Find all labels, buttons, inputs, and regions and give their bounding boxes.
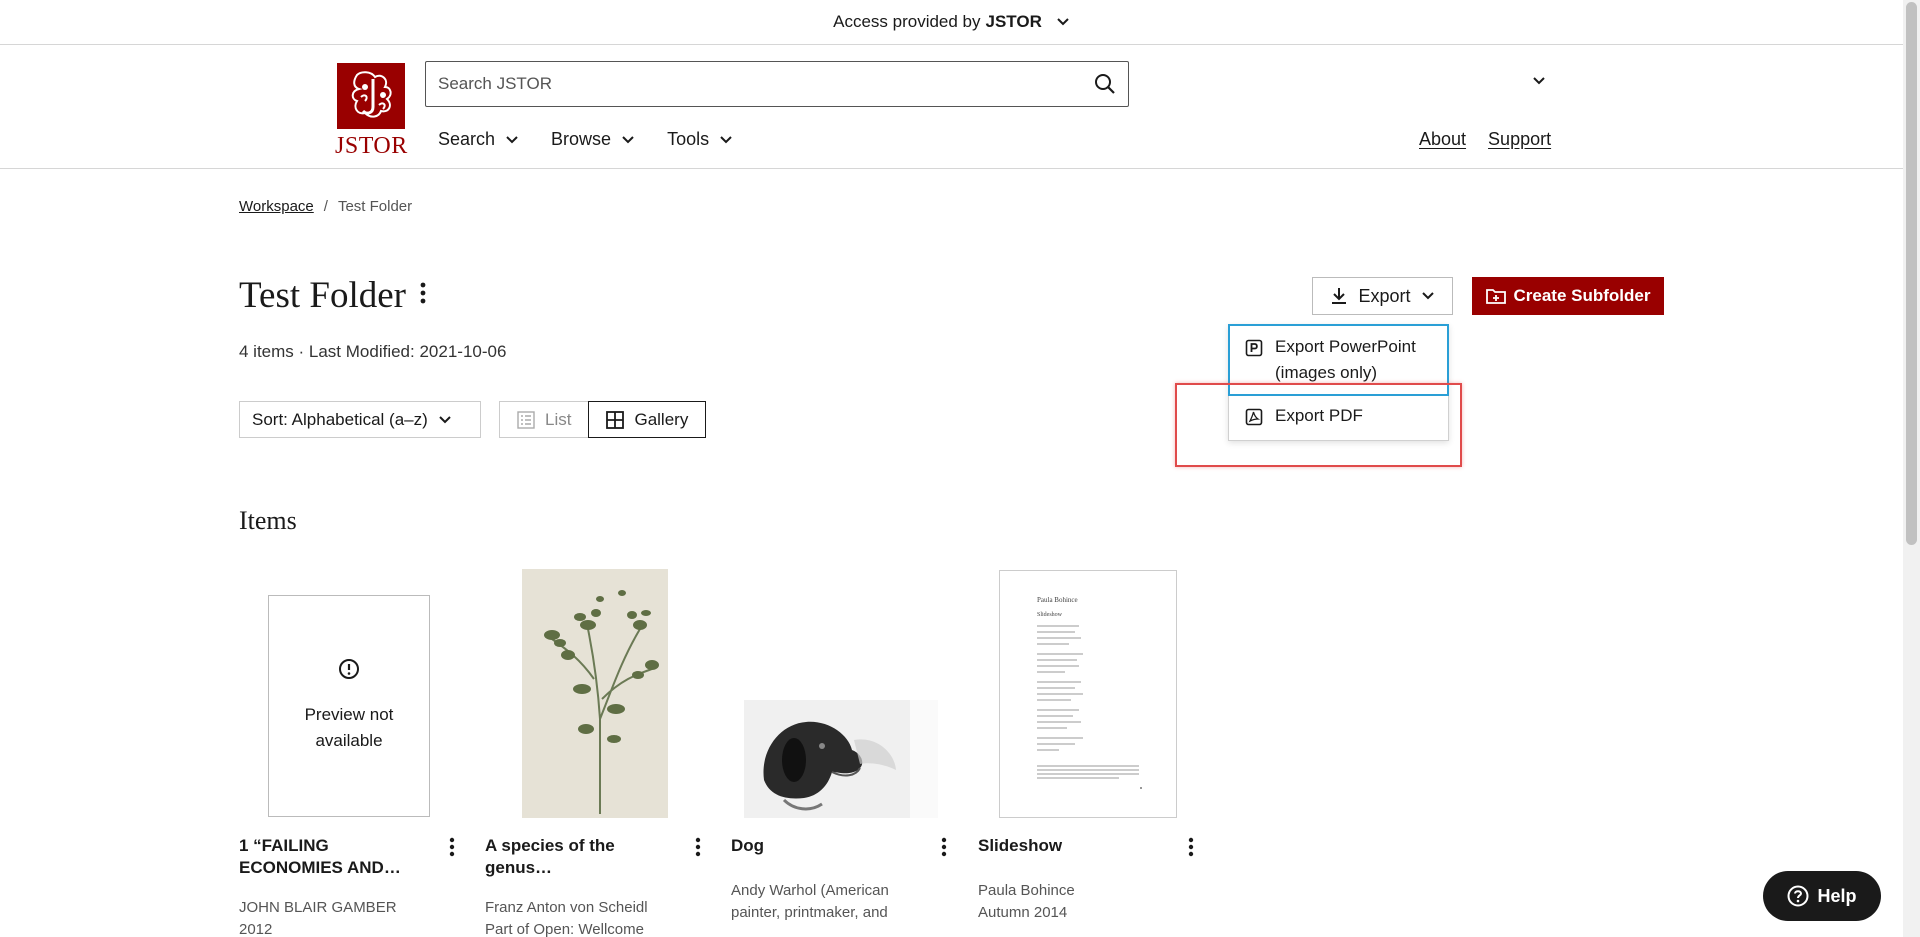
export-label: Export	[1358, 285, 1411, 306]
item-options-kebab-icon[interactable]	[695, 837, 701, 879]
folder-options-kebab-icon[interactable]	[419, 282, 427, 309]
item-options-kebab-icon[interactable]	[941, 837, 947, 862]
export-pdf-item[interactable]: Export PDF	[1229, 395, 1448, 440]
item-date: Part of Open: Wellcome	[485, 921, 644, 937]
create-subfolder-button[interactable]: Create Subfolder	[1472, 277, 1664, 315]
access-prefix: Access provided by	[833, 12, 981, 31]
export-button[interactable]: Export	[1312, 277, 1453, 315]
view-list-label: List	[545, 409, 572, 429]
folder-meta: 4 items · Last Modified: 2021-10-06	[239, 342, 507, 361]
export-powerpoint-label: Export PowerPoint	[1275, 337, 1416, 356]
item-options-kebab-icon[interactable]	[449, 837, 455, 879]
search-icon[interactable]	[1082, 73, 1128, 95]
help-button[interactable]: Help	[1763, 871, 1881, 921]
scrollbar-thumb[interactable]	[1906, 2, 1917, 545]
item-thumbnail-area[interactable]: Paula Bohince Slideshow	[978, 568, 1198, 818]
item-date: 2012	[239, 921, 273, 937]
item-author: JOHN BLAIR GAMBER	[239, 899, 397, 916]
item-card[interactable]: Paula Bohince Slideshow Slideshow Paula …	[978, 568, 1198, 924]
about-link[interactable]: About	[1419, 129, 1466, 150]
chevron-down-icon[interactable]	[1056, 17, 1070, 27]
preview-unavailable-text: Preview not available	[304, 705, 394, 750]
breadcrumb: Workspace / Test Folder	[239, 198, 412, 215]
item-meta: JOHN BLAIR GAMBER 2012	[239, 897, 459, 937]
folder-plus-icon	[1485, 289, 1506, 304]
chevron-down-icon	[622, 135, 634, 143]
item-title[interactable]: Slideshow	[978, 835, 1148, 862]
view-list-button[interactable]: List	[499, 401, 589, 438]
export-powerpoint-sublabel: (images only)	[1275, 363, 1378, 382]
nav-tools-label: Tools	[667, 129, 710, 149]
item-meta: Andy Warhol (American painter, printmake…	[731, 880, 951, 924]
items-heading: Items	[239, 506, 297, 535]
item-author: Franz Anton von Scheidl	[485, 899, 648, 916]
item-card[interactable]: A species of the genus… Franz Anton von …	[485, 568, 705, 937]
main-nav: Search Browse Tools	[438, 129, 733, 150]
logo-wordmark: JSTOR	[335, 133, 408, 159]
nav-search[interactable]: Search	[438, 129, 519, 150]
nav-tools[interactable]: Tools	[667, 129, 733, 150]
item-thumbnail-area[interactable]: Preview not available	[239, 568, 459, 818]
account-menu-chevron-icon[interactable]	[1532, 73, 1546, 91]
botanical-illustration-image	[522, 569, 668, 818]
dog-photo-image	[744, 700, 938, 818]
create-subfolder-label: Create Subfolder	[1513, 286, 1651, 305]
search-box	[425, 61, 1129, 107]
preview-unavailable: Preview not available	[268, 595, 430, 817]
search-input[interactable]	[426, 62, 1082, 106]
page-scrollbar[interactable]	[1903, 0, 1920, 937]
help-label: Help	[1817, 885, 1857, 906]
breadcrumb-separator: /	[323, 198, 328, 215]
nav-browse[interactable]: Browse	[551, 129, 635, 150]
sort-label: Sort: Alphabetical (a–z)	[252, 409, 428, 429]
access-bar[interactable]: Access provided by JSTOR	[0, 0, 1903, 45]
item-author: Paula Bohince	[978, 882, 1075, 899]
view-toggle: List Gallery	[499, 401, 707, 438]
item-meta: Franz Anton von Scheidl Part of Open: We…	[485, 897, 705, 937]
view-gallery-button[interactable]: Gallery	[588, 401, 707, 438]
item-card[interactable]: Preview not available 1 “FAILING ECONOMI…	[239, 568, 459, 937]
nav-browse-label: Browse	[551, 129, 612, 149]
sort-dropdown[interactable]: Sort: Alphabetical (a–z)	[239, 401, 481, 438]
alert-circle-icon	[338, 658, 360, 688]
powerpoint-icon	[1245, 339, 1263, 365]
access-brand: JSTOR	[985, 12, 1042, 31]
item-options-kebab-icon[interactable]	[1188, 837, 1194, 862]
document-page-image: Paula Bohince Slideshow	[999, 570, 1177, 818]
item-meta: Paula Bohince Autumn 2014	[978, 880, 1198, 924]
item-date: Autumn 2014	[978, 904, 1068, 921]
item-card[interactable]: Dog Andy Warhol (American painter, print…	[731, 568, 951, 924]
item-thumbnail-area[interactable]	[731, 568, 951, 818]
jstor-logo[interactable]: JSTOR	[335, 63, 407, 161]
item-thumbnail-area[interactable]	[485, 568, 705, 818]
view-gallery-label: Gallery	[634, 409, 689, 429]
slideshow-thumb-heading: Paula Bohince	[1037, 596, 1078, 604]
export-menu: Export PowerPoint (images only) Export P…	[1228, 324, 1449, 441]
grid-icon	[606, 410, 625, 429]
chevron-down-icon	[1421, 292, 1434, 300]
jstor-logo-mark	[337, 63, 405, 129]
question-circle-icon	[1787, 885, 1809, 907]
site-header: JSTOR Search Browse Tools About Support	[0, 45, 1903, 169]
page-title: Test Folder	[239, 275, 406, 316]
list-icon	[517, 410, 535, 429]
secondary-nav: About Support	[1419, 129, 1551, 150]
chevron-down-icon	[720, 135, 732, 143]
download-icon	[1332, 288, 1347, 304]
chevron-down-icon	[506, 135, 518, 143]
slideshow-thumb-subtitle: Slideshow	[1037, 612, 1063, 618]
chevron-down-icon	[439, 415, 451, 423]
item-title[interactable]: 1 “FAILING ECONOMIES AND…	[239, 835, 409, 879]
item-author: Andy Warhol (American painter, printmake…	[731, 882, 889, 921]
breadcrumb-workspace-link[interactable]: Workspace	[239, 198, 314, 215]
breadcrumb-current: Test Folder	[337, 198, 413, 215]
item-title[interactable]: A species of the genus…	[485, 835, 655, 879]
export-pdf-label: Export PDF	[1275, 406, 1363, 425]
nav-search-label: Search	[438, 129, 496, 149]
export-powerpoint-item[interactable]: Export PowerPoint (images only)	[1229, 325, 1448, 395]
pdf-icon	[1245, 408, 1263, 434]
item-title[interactable]: Dog	[731, 835, 901, 862]
support-link[interactable]: Support	[1488, 129, 1551, 150]
